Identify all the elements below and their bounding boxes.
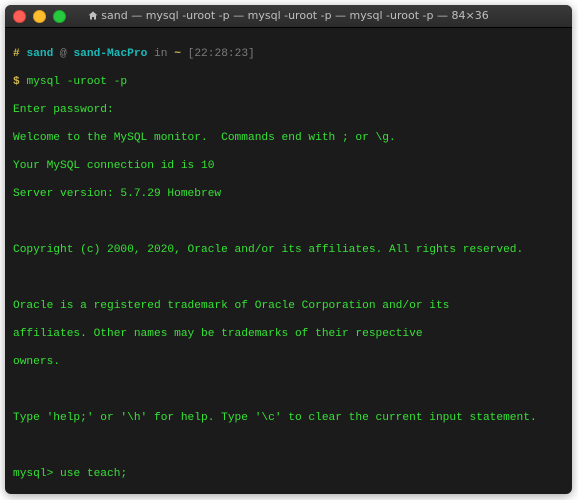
output-text: Your MySQL connection id is 10	[13, 159, 564, 173]
shell-prompt-line: # sand @ sand-MacPro in ~ [22:28:23]	[13, 47, 564, 61]
prompt-time: [22:28:23]	[188, 48, 255, 60]
prompt-dollar: $	[13, 76, 20, 88]
titlebar: sand — mysql -uroot -p — mysql -uroot -p…	[5, 5, 572, 28]
output-text: owners.	[13, 355, 564, 369]
terminal-window: sand — mysql -uroot -p — mysql -uroot -p…	[5, 5, 572, 494]
prompt-at: @	[60, 48, 67, 60]
mysql-command: use teach;	[60, 468, 127, 480]
shell-command-line: $ mysql -uroot -p	[13, 75, 564, 89]
close-icon[interactable]	[13, 10, 26, 23]
prompt-dir: ~	[174, 48, 181, 60]
output-text: Welcome to the MySQL monitor. Commands e…	[13, 131, 564, 145]
prompt-user: sand	[26, 48, 53, 60]
output-text: affiliates. Other names may be trademark…	[13, 327, 564, 341]
shell-command: mysql -uroot -p	[26, 76, 127, 88]
blank-line	[13, 439, 564, 453]
window-title-text: sand — mysql -uroot -p — mysql -uroot -p…	[101, 9, 488, 22]
zoom-icon[interactable]	[53, 10, 66, 23]
window-title: sand — mysql -uroot -p — mysql -uroot -p…	[5, 9, 572, 24]
output-text: Server version: 5.7.29 Homebrew	[13, 187, 564, 201]
output-text: Copyright (c) 2000, 2020, Oracle and/or …	[13, 243, 564, 257]
output-text: Enter password:	[13, 103, 564, 117]
mysql-prompt: mysql>	[13, 468, 53, 480]
prompt-host: sand-MacPro	[73, 48, 147, 60]
prompt-in: in	[154, 48, 167, 60]
prompt-hash: #	[13, 48, 20, 60]
blank-line	[13, 271, 564, 285]
output-text: Type 'help;' or '\h' for help. Type '\c'…	[13, 411, 564, 425]
blank-line	[13, 383, 564, 397]
output-text: Oracle is a registered trademark of Orac…	[13, 299, 564, 313]
mysql-command-line: mysql> use teach;	[13, 467, 564, 481]
terminal-body[interactable]: # sand @ sand-MacPro in ~ [22:28:23] $ m…	[5, 28, 572, 494]
traffic-lights	[13, 10, 66, 23]
home-icon	[88, 10, 98, 24]
blank-line	[13, 215, 564, 229]
minimize-icon[interactable]	[33, 10, 46, 23]
